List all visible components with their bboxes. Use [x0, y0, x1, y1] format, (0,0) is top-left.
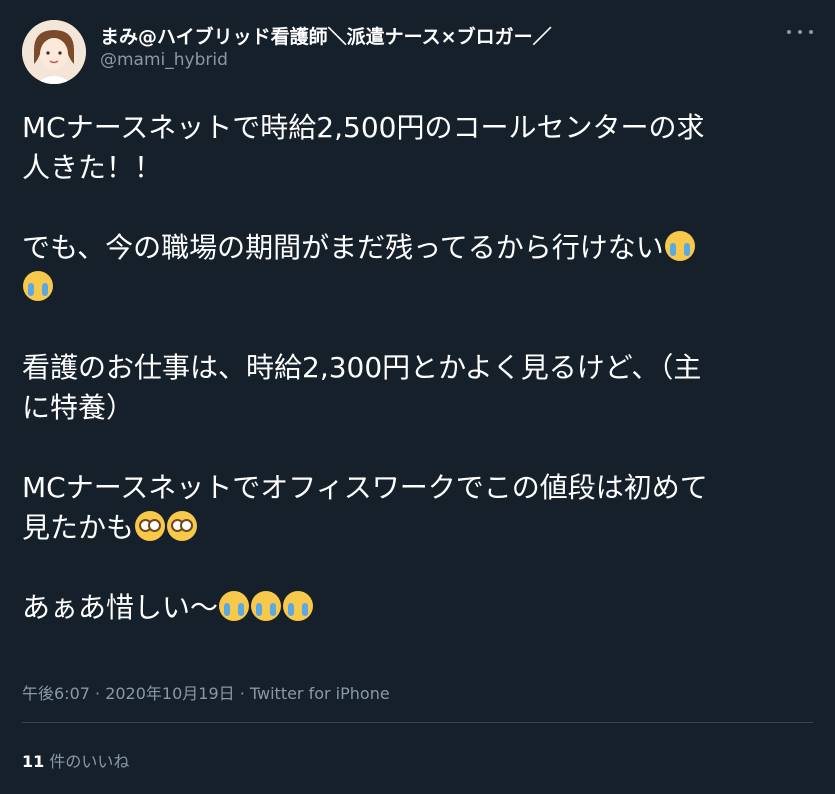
tweet-line: でも、今の職場の期間がまだ残ってるから行けない: [22, 231, 664, 264]
tweet-line: 看護のお仕事は、時給2,300円とかよく見るけど、（主: [22, 351, 702, 384]
tweet-card: まみ@ハイブリッド看護師＼派遣ナース×ブロガー／ @mami_hybrid MC…: [0, 0, 835, 794]
tweet-timestamp[interactable]: 午後6:07 · 2020年10月19日 · Twitter for iPhon…: [22, 680, 390, 704]
tweet-text: MCナースネットで時給2,500円のコールセンターの求 人きた！！ でも、今の職…: [22, 108, 817, 628]
tweet-line: に特養）: [22, 391, 135, 424]
loudly-crying-face-emoji-icon: [283, 591, 314, 621]
tweet-line: あぁあ惜しい〜: [22, 591, 219, 624]
likes-count-link[interactable]: 11 件のいいね: [22, 748, 129, 772]
loudly-crying-face-emoji-icon: [219, 591, 250, 621]
tweet-line: MCナースネットでオフィスワークでこの値段は初めて: [22, 471, 708, 504]
flushed-face-emoji-icon: [135, 511, 166, 541]
tweet-paragraph: 看護のお仕事は、時給2,300円とかよく見るけど、（主 に特養）: [22, 348, 817, 428]
user-handle[interactable]: @mami_hybrid: [100, 50, 228, 70]
loudly-crying-face-emoji-icon: [251, 591, 282, 621]
tweet-line: 人きた！！: [22, 151, 163, 184]
flushed-face-emoji-icon: [167, 511, 198, 541]
likes-label: 件のいいね: [44, 752, 130, 771]
divider: [22, 722, 813, 723]
tweet-paragraph: MCナースネットでオフィスワークでこの値段は初めて 見たかも: [22, 468, 817, 548]
loudly-crying-face-emoji-icon: [23, 271, 53, 301]
tweet-line: 見たかも: [22, 511, 135, 544]
tweet-paragraph: MCナースネットで時給2,500円のコールセンターの求 人きた！！: [22, 108, 817, 188]
display-name[interactable]: まみ@ハイブリッド看護師＼派遣ナース×ブロガー／: [100, 22, 552, 49]
tweet-paragraph: あぁあ惜しい〜: [22, 588, 817, 628]
avatar[interactable]: [22, 20, 86, 84]
loudly-crying-face-emoji-icon: [664, 231, 695, 261]
more-icon[interactable]: [787, 22, 813, 42]
tweet-line: MCナースネットで時給2,500円のコールセンターの求: [22, 111, 705, 144]
tweet-paragraph: でも、今の職場の期間がまだ残ってるから行けない: [22, 228, 817, 308]
likes-count: 11: [22, 752, 45, 771]
